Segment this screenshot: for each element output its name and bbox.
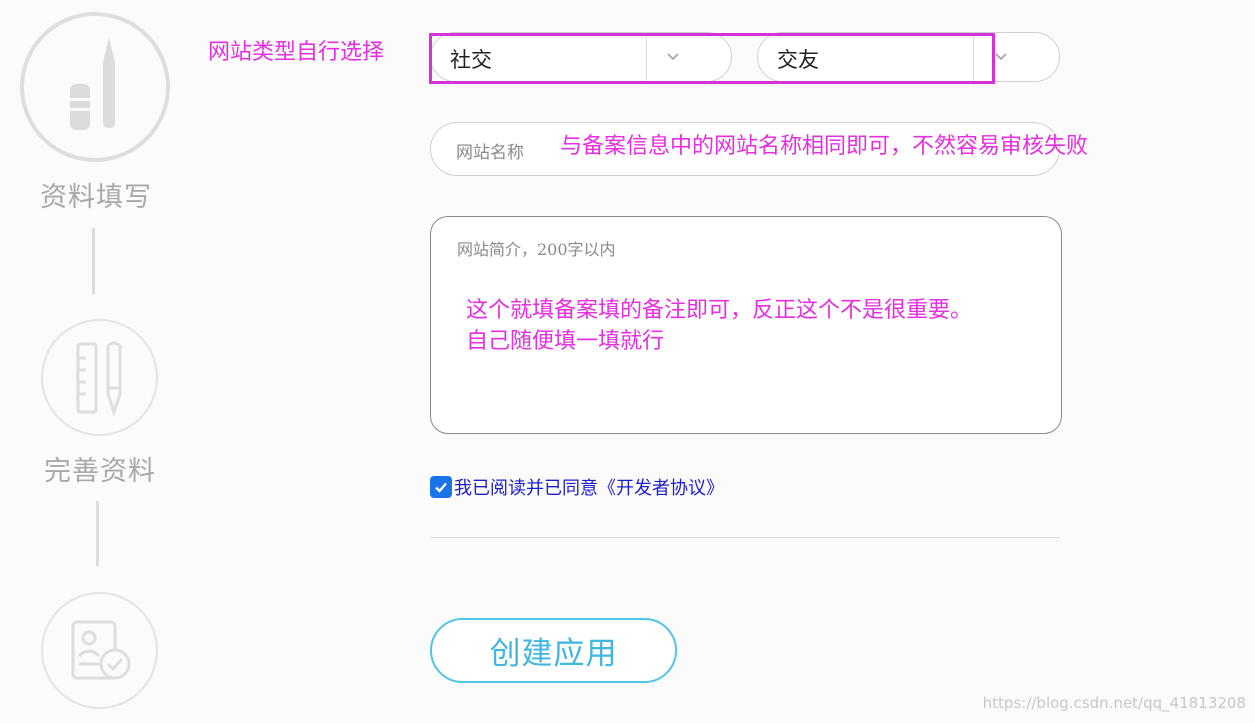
step-2-label: 完善资料 [44,456,156,487]
chevron-down-icon[interactable] [666,50,680,64]
select-divider [646,33,647,81]
step-connector [92,228,95,294]
step-1-label: 资料填写 [40,182,152,213]
select-divider [973,33,974,81]
category-secondary-value: 交友 [777,48,819,72]
category-secondary-select[interactable]: 交友 [757,32,1060,82]
create-app-button[interactable]: 创建应用 [430,618,677,683]
step-connector [96,501,99,566]
category-primary-select[interactable]: 社交 [430,32,732,82]
site-description-placeholder: 网站简介，200字以内 [457,240,616,259]
annotation-site-name: 与备案信息中的网站名称相同即可，不然容易审核失败 [560,134,1089,159]
pen-icon [70,38,115,130]
annotation-desc-line-1: 这个就填备案填的备注即可，反正这个不是很重要。 [466,298,973,323]
annotation-site-type: 网站类型自行选择 [208,40,385,65]
annotation-desc-line-2: 自己随便填一填就行 [466,329,665,354]
ruler-pen-icon [76,341,121,417]
checkmark-icon [435,482,447,493]
app-creation-page: 资料填写 完善资料 网站类型自行选择 社交 交友 网站名称 与备案信息中的网站名… [0,0,1255,723]
form-divider [430,537,1060,538]
site-name-placeholder: 网站名称 [456,143,524,163]
agreement-link[interactable]: 我已阅读并已同意《开发者协议》 [454,474,724,500]
chevron-down-icon[interactable] [994,50,1008,64]
category-primary-value: 社交 [450,48,492,72]
id-card-check-icon [71,620,130,679]
step-3-circle [41,592,158,709]
watermark: https://blog.csdn.net/qq_41813208 [982,694,1246,712]
step-2-circle [41,319,158,436]
agreement-row: 我已阅读并已同意《开发者协议》 [430,474,724,500]
step-1-circle [20,12,170,162]
annotation-site-description: 这个就填备案填的备注即可，反正这个不是很重要。 自己随便填一填就行 [466,295,972,357]
agreement-checkbox[interactable] [430,476,452,498]
